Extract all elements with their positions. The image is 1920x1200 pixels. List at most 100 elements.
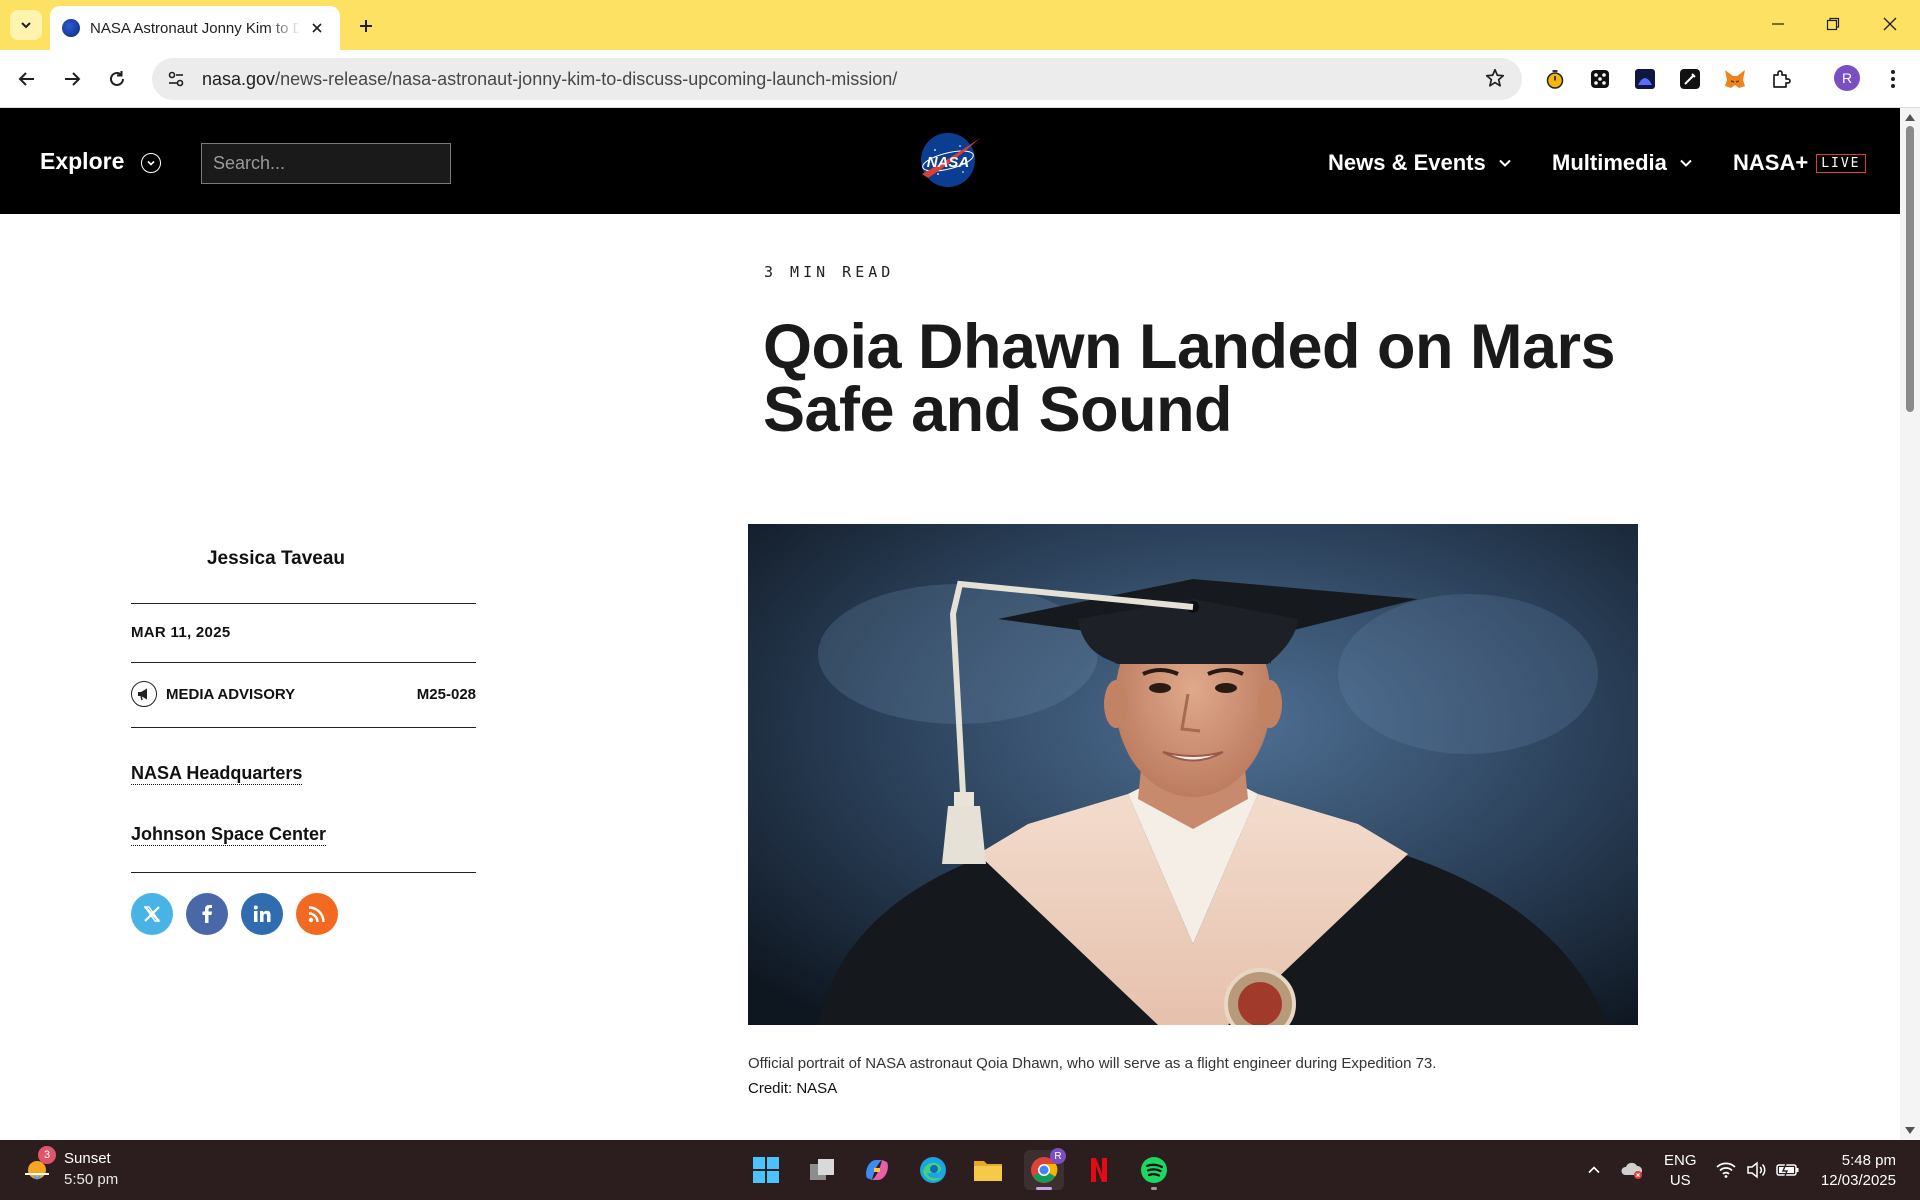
minimize-icon: [1772, 23, 1784, 25]
address-bar[interactable]: nasa.gov/news-release/nasa-astronaut-jon…: [152, 58, 1522, 100]
url-text: nasa.gov/news-release/nasa-astronaut-jon…: [202, 69, 897, 90]
dark-extension[interactable]: [1632, 66, 1658, 92]
live-badge: LIVE: [1816, 153, 1866, 173]
nasa-logo-text: NASA: [927, 154, 970, 171]
url-domain: nasa.gov: [202, 68, 276, 89]
scroll-up-arrow[interactable]: [1905, 114, 1915, 121]
menu-multimedia-label: Multimedia: [1552, 150, 1667, 175]
plus-icon: [360, 20, 372, 32]
active-indicator: [1036, 1187, 1052, 1190]
wifi-tray-button[interactable]: [1714, 1158, 1738, 1182]
extensions-button[interactable]: [1768, 66, 1794, 92]
dice-extension[interactable]: [1587, 66, 1613, 92]
battery-tray-button[interactable]: [1776, 1158, 1800, 1182]
edge-button[interactable]: [913, 1150, 953, 1190]
puzzle-icon: [1773, 70, 1791, 88]
show-hidden-icons-button[interactable]: [1582, 1158, 1606, 1182]
spotify-button[interactable]: [1134, 1150, 1174, 1190]
explore-menu-button[interactable]: Explore: [40, 148, 124, 175]
pen-extension[interactable]: [1677, 66, 1703, 92]
volume-icon: [1747, 1161, 1766, 1179]
browser-tab[interactable]: NASA Astronaut Jonny Kim to Discuss Upco…: [50, 6, 340, 50]
facebook-share-button[interactable]: [186, 893, 228, 935]
chrome-menu-button[interactable]: [1880, 66, 1906, 92]
rss-icon: [308, 906, 325, 923]
publish-date: MAR 11, 2025: [131, 624, 231, 641]
explore-toggle[interactable]: [141, 153, 161, 173]
center-link-headquarters[interactable]: NASA Headquarters: [131, 763, 303, 785]
linkedin-share-button[interactable]: [241, 893, 283, 935]
spotify-icon: [1141, 1157, 1167, 1183]
system-clock[interactable]: 5:48 pm 12/03/2025: [1818, 1151, 1896, 1191]
bookmark-button[interactable]: [1484, 67, 1508, 91]
browser-tab-bar: NASA Astronaut Jonny Kim to Discuss Upco…: [0, 0, 1920, 50]
start-button[interactable]: [746, 1150, 786, 1190]
profile-avatar[interactable]: R: [1834, 65, 1860, 91]
chevron-down-icon: [21, 22, 31, 29]
app-icon: [1635, 69, 1655, 89]
star-icon: [1485, 68, 1505, 87]
linkedin-icon: [253, 905, 271, 922]
back-button[interactable]: [12, 64, 42, 94]
image-caption: Official portrait of NASA astronaut Qoia…: [748, 1055, 1437, 1072]
chrome-taskbar-button[interactable]: R: [1024, 1148, 1066, 1190]
fox-icon: [1725, 70, 1745, 88]
close-icon: [312, 23, 322, 33]
divider: [131, 603, 476, 604]
reload-button[interactable]: [102, 64, 132, 94]
chevron-down-icon: [1680, 159, 1692, 167]
new-tab-button[interactable]: [352, 12, 380, 40]
file-explorer-button[interactable]: [968, 1150, 1008, 1190]
tab-search-button[interactable]: [10, 10, 42, 40]
divider: [131, 872, 476, 873]
rss-button[interactable]: [296, 893, 338, 935]
metamask-extension[interactable]: [1722, 66, 1748, 92]
battery-icon: [1776, 1163, 1799, 1177]
stopwatch-icon: [1546, 70, 1564, 89]
search-input[interactable]: Search...: [201, 143, 451, 184]
restore-button[interactable]: [1813, 8, 1853, 40]
tab-title: NASA Astronaut Jonny Kim to Discuss Upco…: [90, 19, 300, 37]
copilot-button[interactable]: [857, 1150, 897, 1190]
cloud-icon: [1621, 1162, 1643, 1179]
close-window-button[interactable]: [1870, 8, 1910, 40]
divider: [131, 727, 476, 728]
clock-date: 12/03/2025: [1820, 1172, 1896, 1189]
arrow-left-icon: [18, 72, 34, 86]
divider: [131, 662, 476, 663]
chevron-down-icon: [1499, 159, 1511, 167]
scroll-thumb[interactable]: [1906, 126, 1914, 412]
timer-extension[interactable]: [1542, 66, 1568, 92]
netflix-button[interactable]: [1079, 1150, 1119, 1190]
clock-time: 5:48 pm: [1841, 1152, 1896, 1169]
menu-multimedia[interactable]: Multimedia: [1552, 150, 1693, 176]
author-name: Jessica Taveau: [206, 548, 346, 569]
scroll-down-arrow[interactable]: [1905, 1127, 1915, 1134]
onedrive-tray-button[interactable]: [1620, 1158, 1644, 1182]
folder-icon: [974, 1161, 1002, 1181]
release-code: M25-028: [416, 686, 476, 703]
chevron-down-icon: [147, 160, 155, 166]
windows-taskbar: 3 Sunset 5:50 pm R ENG US 5:48 pm 12/03/…: [0, 1140, 1920, 1200]
facebook-icon: [202, 905, 212, 923]
page-scrollbar[interactable]: [1900, 108, 1920, 1140]
volume-tray-button[interactable]: [1745, 1158, 1769, 1182]
menu-news-events[interactable]: News & Events: [1328, 150, 1512, 176]
url-path: /news-release/nasa-astronaut-jonny-kim-t…: [275, 68, 898, 89]
forward-button[interactable]: [57, 64, 87, 94]
minimize-button[interactable]: [1758, 8, 1798, 40]
center-link-johnson[interactable]: Johnson Space Center: [131, 824, 327, 846]
tune-icon: [168, 71, 184, 87]
x-share-button[interactable]: [131, 893, 173, 935]
running-indicator: [1151, 1187, 1157, 1190]
menu-nasa-plus[interactable]: NASA+ LIVE: [1733, 150, 1866, 176]
task-view-button[interactable]: [802, 1150, 842, 1190]
more-vertical-icon: [1891, 70, 1895, 88]
close-tab-button[interactable]: [306, 17, 328, 39]
nasa-logo[interactable]: NASA: [918, 130, 982, 188]
pen-icon: [1680, 69, 1700, 89]
menu-nasa-plus-label: NASA+: [1733, 150, 1809, 175]
input-language[interactable]: ENG US: [1664, 1151, 1697, 1191]
reload-icon: [110, 71, 124, 86]
site-info-button[interactable]: [158, 61, 194, 97]
